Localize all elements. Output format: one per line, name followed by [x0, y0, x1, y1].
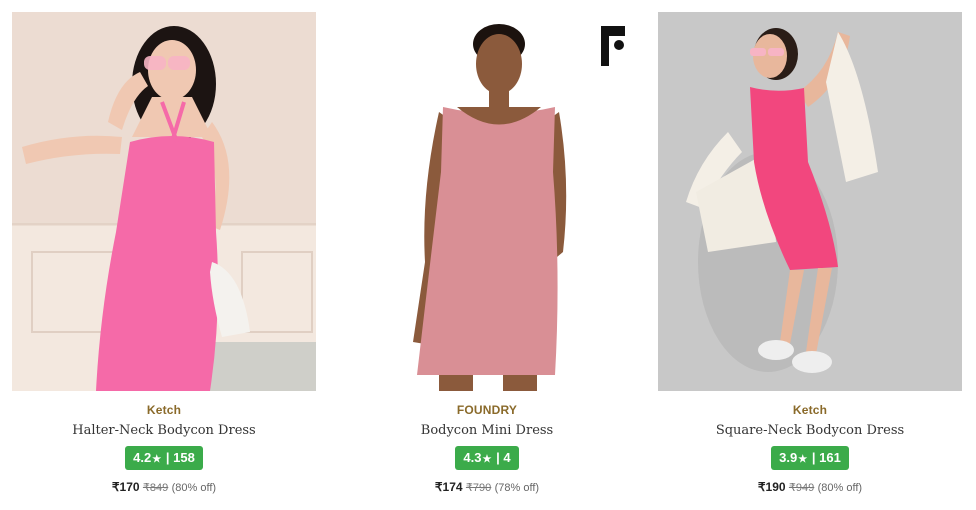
product-name[interactable]: Square-Neck Bodycon Dress — [658, 423, 962, 438]
product-name[interactable]: Halter-Neck Bodycon Dress — [12, 423, 316, 438]
product-photo-3 — [658, 12, 962, 391]
rating-badge: 3.9★ | 161 — [771, 446, 849, 470]
rating-separator: | — [811, 450, 816, 465]
discount-label: (78% off) — [494, 482, 540, 494]
current-price: ₹170 — [111, 480, 140, 494]
product-grid: Ketch Halter-Neck Bodycon Dress 4.2★ | 1… — [0, 0, 976, 510]
rating-badge: 4.3★ | 4 — [455, 446, 519, 470]
product-image[interactable] — [658, 12, 962, 391]
rating-count: 161 — [819, 450, 841, 465]
star-icon: ★ — [482, 454, 492, 465]
price-row: ₹190 ₹949 (80% off) — [658, 480, 962, 494]
current-price: ₹174 — [434, 480, 463, 494]
star-icon: ★ — [798, 454, 808, 465]
product-image[interactable] — [12, 12, 316, 391]
star-icon: ★ — [152, 454, 162, 465]
product-photo-2 — [335, 12, 639, 391]
rating-badge: 4.2★ | 158 — [125, 446, 203, 470]
rating-count: 158 — [173, 450, 195, 465]
rating-value: 4.3 — [463, 450, 482, 465]
product-card[interactable]: FOUNDRY Bodycon Mini Dress 4.3★ | 4 ₹174… — [335, 12, 639, 494]
price-row: ₹174 ₹790 (78% off) — [335, 480, 639, 494]
rating-value: 4.2 — [133, 450, 152, 465]
product-brand: FOUNDRY — [456, 403, 518, 417]
discount-label: (80% off) — [817, 482, 863, 494]
product-card[interactable]: Ketch Square-Neck Bodycon Dress 3.9★ | 1… — [658, 12, 962, 494]
current-price: ₹190 — [757, 480, 786, 494]
product-brand: Ketch — [146, 403, 182, 417]
product-brand: Ketch — [792, 403, 828, 417]
original-price: ₹790 — [465, 482, 492, 494]
rating-count: 4 — [503, 450, 511, 465]
original-price: ₹949 — [788, 482, 815, 494]
original-price: ₹849 — [142, 482, 169, 494]
rating-separator: | — [496, 450, 500, 465]
rating-value: 3.9 — [779, 450, 798, 465]
discount-label: (80% off) — [171, 482, 217, 494]
product-photo-1 — [12, 12, 316, 391]
price-row: ₹170 ₹849 (80% off) — [12, 480, 316, 494]
rating-separator: | — [165, 450, 170, 465]
product-name[interactable]: Bodycon Mini Dress — [335, 423, 639, 438]
product-card[interactable]: Ketch Halter-Neck Bodycon Dress 4.2★ | 1… — [12, 12, 316, 494]
product-image[interactable] — [335, 12, 639, 391]
